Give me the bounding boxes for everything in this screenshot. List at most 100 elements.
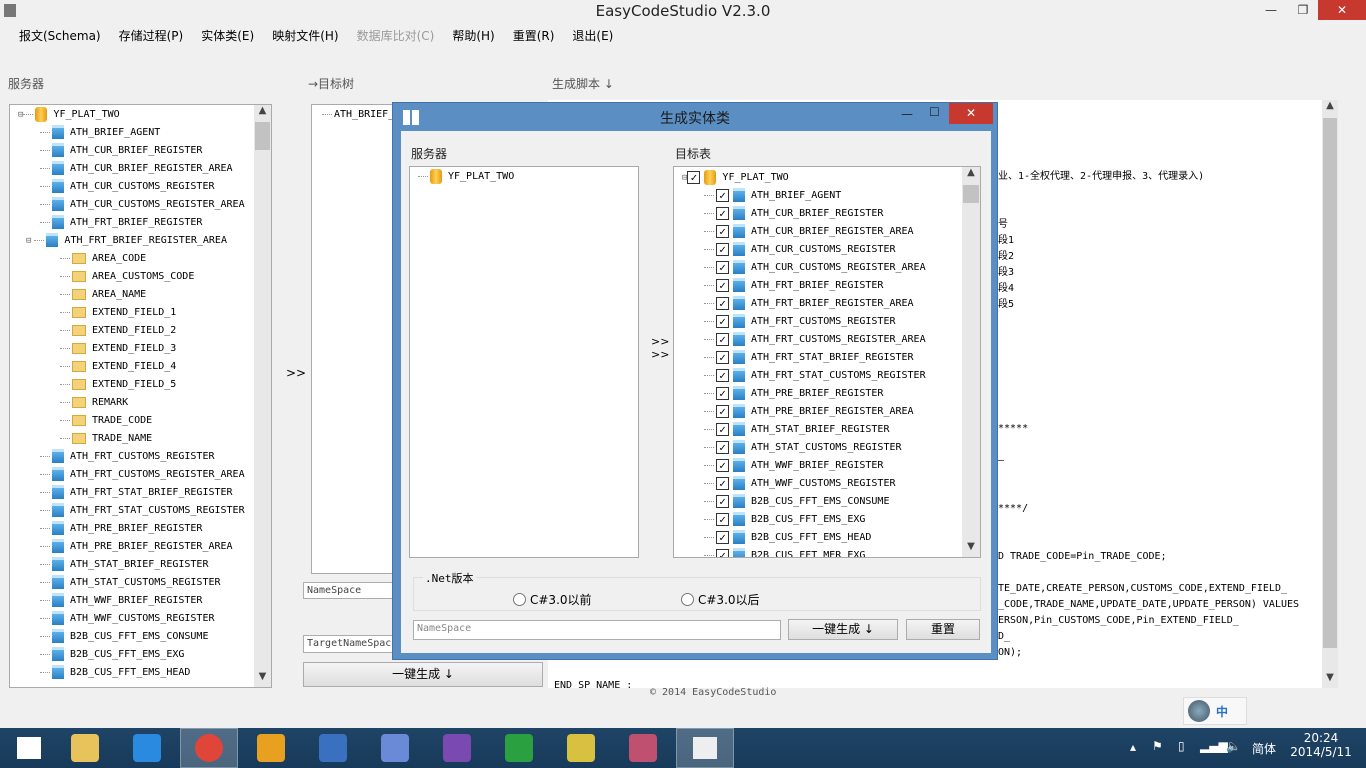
target-table-item[interactable]: ✓ ATH_FRT_CUSTOMS_REGISTER_AREA: [704, 331, 926, 349]
target-tree[interactable]: ATH_BRIEF_AGENT: [311, 104, 424, 574]
checkbox[interactable]: ✓: [687, 170, 701, 184]
tree-root[interactable]: ⊟ YF_PLAT_TWO: [18, 106, 120, 124]
target-table-item[interactable]: ✓ B2B_CUS_FFT_EMS_HEAD: [704, 529, 871, 547]
field-node[interactable]: AREA_CUSTOMS_CODE: [60, 268, 194, 286]
table-node[interactable]: ATH_FRT_CUSTOMS_REGISTER_AREA: [40, 466, 245, 484]
table-node[interactable]: ATH_FRT_CUSTOMS_REGISTER: [40, 448, 215, 466]
taskbar-outlook[interactable]: [242, 728, 300, 768]
volume-icon[interactable]: 🔈: [1226, 739, 1241, 753]
checkbox-checked[interactable]: ✓: [716, 530, 729, 544]
show-hidden-icons-button[interactable]: ▴: [1130, 740, 1136, 754]
ime-mode[interactable]: 中: [1216, 703, 1228, 720]
menu-item[interactable]: 帮助(H): [443, 24, 503, 44]
field-node[interactable]: TRADE_NAME: [60, 430, 152, 448]
radio-before-csharp3[interactable]: C#3.0以前: [513, 591, 592, 608]
collapse-icon[interactable]: ⊟: [26, 236, 31, 246]
field-node[interactable]: EXTEND_FIELD_1: [60, 304, 176, 322]
taskbar-infinity-app[interactable]: [366, 728, 424, 768]
clock[interactable]: 20:24 2014/5/11: [1290, 731, 1352, 759]
table-node[interactable]: ATH_WWF_BRIEF_REGISTER: [40, 592, 202, 610]
dialog-reset-button[interactable]: 重置: [906, 619, 980, 640]
checkbox-checked[interactable]: ✓: [716, 440, 729, 454]
taskbar-windows-app[interactable]: [676, 728, 734, 768]
checkbox-checked[interactable]: ✓: [716, 332, 729, 346]
checkbox-checked[interactable]: ✓: [716, 242, 729, 256]
taskbar-visual-studio[interactable]: [428, 728, 486, 768]
network-signal-icon[interactable]: ▂▄▆: [1200, 739, 1228, 753]
table-node[interactable]: ATH_BRIEF_AGENT: [40, 124, 160, 142]
table-node[interactable]: ATH_CUR_BRIEF_REGISTER_AREA: [40, 160, 233, 178]
taskbar-chrome[interactable]: [180, 728, 238, 768]
taskbar-start[interactable]: [0, 728, 58, 768]
checkbox-checked[interactable]: ✓: [716, 350, 729, 364]
target-table-item[interactable]: ✓ ATH_FRT_STAT_CUSTOMS_REGISTER: [704, 367, 926, 385]
target-table-item[interactable]: ✓ ATH_PRE_BRIEF_REGISTER_AREA: [704, 403, 914, 421]
target-table-item[interactable]: ✓ ATH_FRT_BRIEF_REGISTER_AREA: [704, 295, 914, 313]
checkbox-checked[interactable]: ✓: [716, 548, 729, 557]
taskbar-internet-explorer[interactable]: [118, 728, 176, 768]
checkbox-checked[interactable]: ✓: [716, 260, 729, 274]
table-node[interactable]: ATH_FRT_STAT_BRIEF_REGISTER: [40, 484, 233, 502]
dialog-transfer-button[interactable]: >> >>: [651, 335, 669, 361]
field-node[interactable]: EXTEND_FIELD_2: [60, 322, 176, 340]
table-node[interactable]: ATH_STAT_CUSTOMS_REGISTER: [40, 574, 221, 592]
checkbox-checked[interactable]: ✓: [716, 368, 729, 382]
menu-item[interactable]: 报文(Schema): [10, 24, 110, 44]
radio-after-csharp3[interactable]: C#3.0以后: [681, 591, 760, 608]
menu-item[interactable]: 重置(R): [504, 24, 564, 44]
checkbox-checked[interactable]: ✓: [716, 404, 729, 418]
namespace-input[interactable]: NameSpace: [303, 582, 395, 599]
taskbar-file-explorer[interactable]: [56, 728, 114, 768]
menu-item[interactable]: 退出(E): [563, 24, 622, 44]
target-table-item[interactable]: ✓ ATH_CUR_CUSTOMS_REGISTER: [704, 241, 896, 259]
checkbox-checked[interactable]: ✓: [716, 224, 729, 238]
field-node[interactable]: EXTEND_FIELD_5: [60, 376, 176, 394]
dialog-generate-button[interactable]: 一键生成 ↓: [788, 619, 898, 640]
field-node[interactable]: REMARK: [60, 394, 128, 412]
dialog-target-root[interactable]: ⊟ ✓ YF_PLAT_TWO: [682, 169, 789, 187]
checkbox-checked[interactable]: ✓: [716, 188, 729, 202]
table-node[interactable]: ⊟ ATH_FRT_BRIEF_REGISTER_AREA: [26, 232, 227, 250]
target-table-item[interactable]: ✓ ATH_CUR_BRIEF_REGISTER_AREA: [704, 223, 914, 241]
table-node[interactable]: ATH_CUR_BRIEF_REGISTER: [40, 142, 202, 160]
target-table-item[interactable]: ✓ ATH_PRE_BRIEF_REGISTER: [704, 385, 883, 403]
generate-button[interactable]: 一键生成 ↓: [303, 662, 543, 687]
action-center-flag-icon[interactable]: ⚑: [1152, 739, 1163, 753]
target-namespace-input[interactable]: TargetNameSpace: [303, 635, 395, 653]
table-node[interactable]: ATH_CUR_CUSTOMS_REGISTER_AREA: [40, 196, 245, 214]
server-tree-scrollbar[interactable]: ▲ ▼: [254, 105, 271, 687]
menu-item[interactable]: 存储过程(P): [110, 24, 193, 44]
checkbox-checked[interactable]: ✓: [716, 206, 729, 220]
server-tree[interactable]: ⊟ YF_PLAT_TWO ATH_BRIEF_AGENT ATH_CUR_BRIE…: [9, 104, 272, 688]
taskbar-remote-desktop[interactable]: [304, 728, 362, 768]
table-node[interactable]: ATH_STAT_BRIEF_REGISTER: [40, 556, 208, 574]
target-table-item[interactable]: ✓ B2B_CUS_FFT_EMS_CONSUME: [704, 493, 889, 511]
table-node[interactable]: B2B_CUS_FFT_EMS_CONSUME: [40, 628, 208, 646]
script-scrollbar[interactable]: ▲ ▼: [1322, 100, 1338, 688]
field-node[interactable]: EXTEND_FIELD_3: [60, 340, 176, 358]
close-button[interactable]: ✕: [1318, 0, 1366, 20]
dialog-server-root[interactable]: YF_PLAT_TWO: [418, 168, 514, 186]
field-node[interactable]: TRADE_CODE: [60, 412, 152, 430]
dialog-target-scrollbar[interactable]: ▲ ▼: [962, 167, 980, 557]
checkbox-checked[interactable]: ✓: [716, 296, 729, 310]
table-node[interactable]: ATH_CUR_CUSTOMS_REGISTER: [40, 178, 215, 196]
table-node[interactable]: ATH_PRE_BRIEF_REGISTER: [40, 520, 202, 538]
target-table-item[interactable]: ✓ ATH_CUR_BRIEF_REGISTER: [704, 205, 883, 223]
dialog-close-button[interactable]: ✕: [949, 103, 993, 124]
checkbox-checked[interactable]: ✓: [716, 476, 729, 490]
target-table-item[interactable]: ✓ ATH_FRT_STAT_BRIEF_REGISTER: [704, 349, 914, 367]
table-node[interactable]: ATH_FRT_BRIEF_REGISTER: [40, 214, 202, 232]
minimize-button[interactable]: —: [1256, 0, 1286, 20]
checkbox-checked[interactable]: ✓: [716, 278, 729, 292]
target-table-item[interactable]: ✓ ATH_STAT_BRIEF_REGISTER: [704, 421, 889, 439]
transfer-arrow-button[interactable]: >>: [286, 366, 306, 380]
table-node[interactable]: ATH_FRT_STAT_CUSTOMS_REGISTER: [40, 502, 245, 520]
field-node[interactable]: AREA_CODE: [60, 250, 146, 268]
target-table-item[interactable]: ✓ ATH_BRIEF_AGENT: [704, 187, 841, 205]
target-table-item[interactable]: ✓ ATH_CUR_CUSTOMS_REGISTER_AREA: [704, 259, 926, 277]
checkbox-checked[interactable]: ✓: [716, 422, 729, 436]
table-node[interactable]: ATH_WWF_CUSTOMS_REGISTER: [40, 610, 215, 628]
dialog-target-tree[interactable]: ⊟ ✓ YF_PLAT_TWO ✓ ATH_BRIEF_AGENT ✓ ATH_CUR_B…: [673, 166, 981, 558]
taskbar-tools[interactable]: [552, 728, 610, 768]
